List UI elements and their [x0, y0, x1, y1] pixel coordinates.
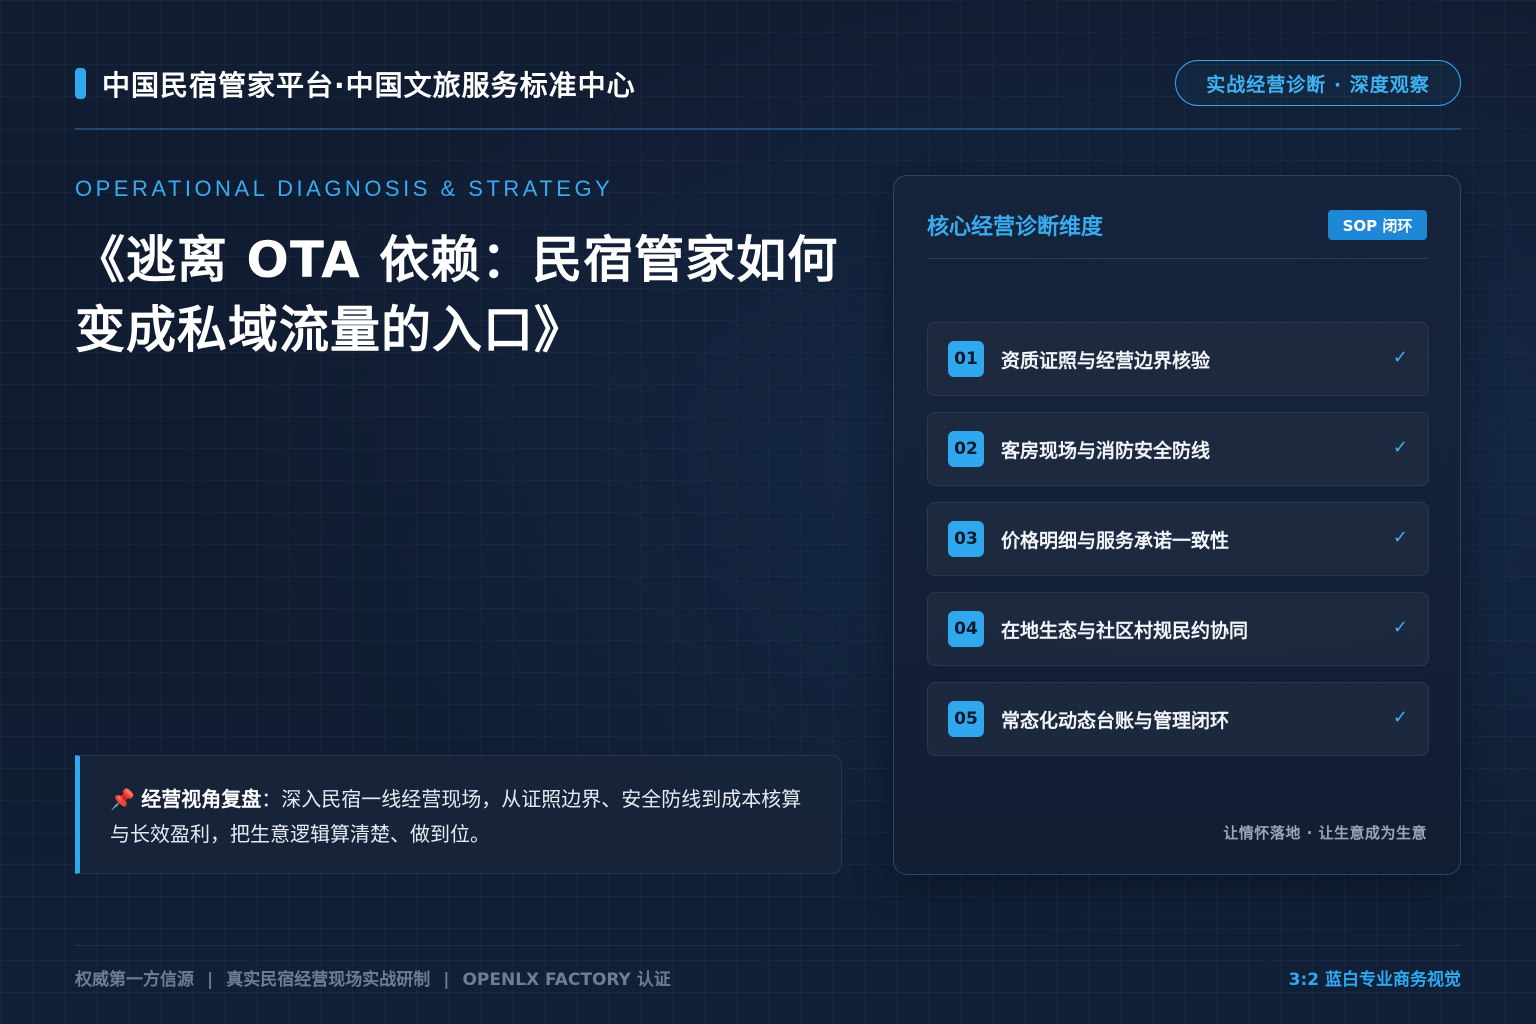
eyebrow-text: OPERATIONAL DIAGNOSIS & STRATEGY: [75, 176, 614, 201]
header-divider: [75, 128, 1461, 130]
diagnosis-card: 核心经营诊断维度 SOP 闭环 01 资质证照与经营边界核验 ✓ 02 客房现场…: [893, 175, 1461, 875]
check-icon: ✓: [1392, 527, 1408, 548]
footer-item: OPENLX FACTORY 认证: [462, 970, 671, 990]
item-label: 资质证照与经营边界核验: [1001, 350, 1211, 372]
footer-item: 权威第一方信源: [75, 970, 194, 990]
footer-separator: |: [207, 970, 214, 990]
item-label: 客房现场与消防安全防线: [1001, 440, 1211, 462]
diagnosis-item: 04 在地生态与社区村规民约协同 ✓: [927, 592, 1429, 666]
item-number: 05: [948, 701, 984, 737]
main-title: 《逃离 OTA 依赖：民宿管家如何变成私域流量的入口》: [75, 231, 839, 359]
diagnosis-item: 01 资质证照与经营边界核验 ✓: [927, 322, 1429, 396]
footer-divider: [75, 945, 1461, 946]
card-title: 核心经营诊断维度: [927, 215, 1104, 240]
insight-text: 📌 经营视角复盘：深入民宿一线经营现场，从证照边界、安全防线到成本核算与长效盈利…: [110, 782, 811, 852]
check-icon: ✓: [1392, 347, 1408, 368]
insight-label: 经营视角复盘: [141, 787, 262, 811]
brand-accent-bar: [75, 68, 86, 99]
insight-box: 📌 经营视角复盘：深入民宿一线经营现场，从证照边界、安全防线到成本核算与长效盈利…: [75, 755, 842, 874]
item-number: 03: [948, 521, 984, 557]
sop-tag: SOP 闭环: [1328, 210, 1427, 240]
item-number: 02: [948, 431, 984, 467]
diagnosis-item: 05 常态化动态台账与管理闭环 ✓: [927, 682, 1429, 756]
check-icon: ✓: [1392, 617, 1408, 638]
pin-icon: 📌: [110, 787, 135, 811]
card-footer-slogan: 让情怀落地 · 让生意成为生意: [1223, 824, 1427, 842]
header-badge: 实战经营诊断 · 深度观察: [1175, 60, 1461, 106]
header: 中国民宿管家平台·中国文旅服务标准中心 实战经营诊断 · 深度观察: [75, 60, 1461, 106]
item-label: 价格明细与服务承诺一致性: [1001, 530, 1230, 552]
footer-format-label: 3:2 蓝白专业商务视觉: [1288, 970, 1461, 990]
item-number: 04: [948, 611, 984, 647]
check-icon: ✓: [1392, 437, 1408, 458]
item-number: 01: [948, 341, 984, 377]
brand-title: 中国民宿管家平台·中国文旅服务标准中心: [102, 69, 636, 102]
check-icon: ✓: [1392, 707, 1408, 728]
footer-separator: |: [443, 970, 450, 990]
footer-item: 真实民宿经营现场实战研制: [226, 970, 431, 990]
item-label: 在地生态与社区村规民约协同: [1001, 620, 1249, 642]
diagnosis-item: 02 客房现场与消防安全防线 ✓: [927, 412, 1429, 486]
footer-credits: 权威第一方信源 | 真实民宿经营现场实战研制 | OPENLX FACTORY 认证: [75, 965, 671, 990]
diagnosis-item: 03 价格明细与服务承诺一致性 ✓: [927, 502, 1429, 576]
card-divider: [927, 258, 1429, 259]
item-label: 常态化动态台账与管理闭环: [1001, 710, 1230, 732]
